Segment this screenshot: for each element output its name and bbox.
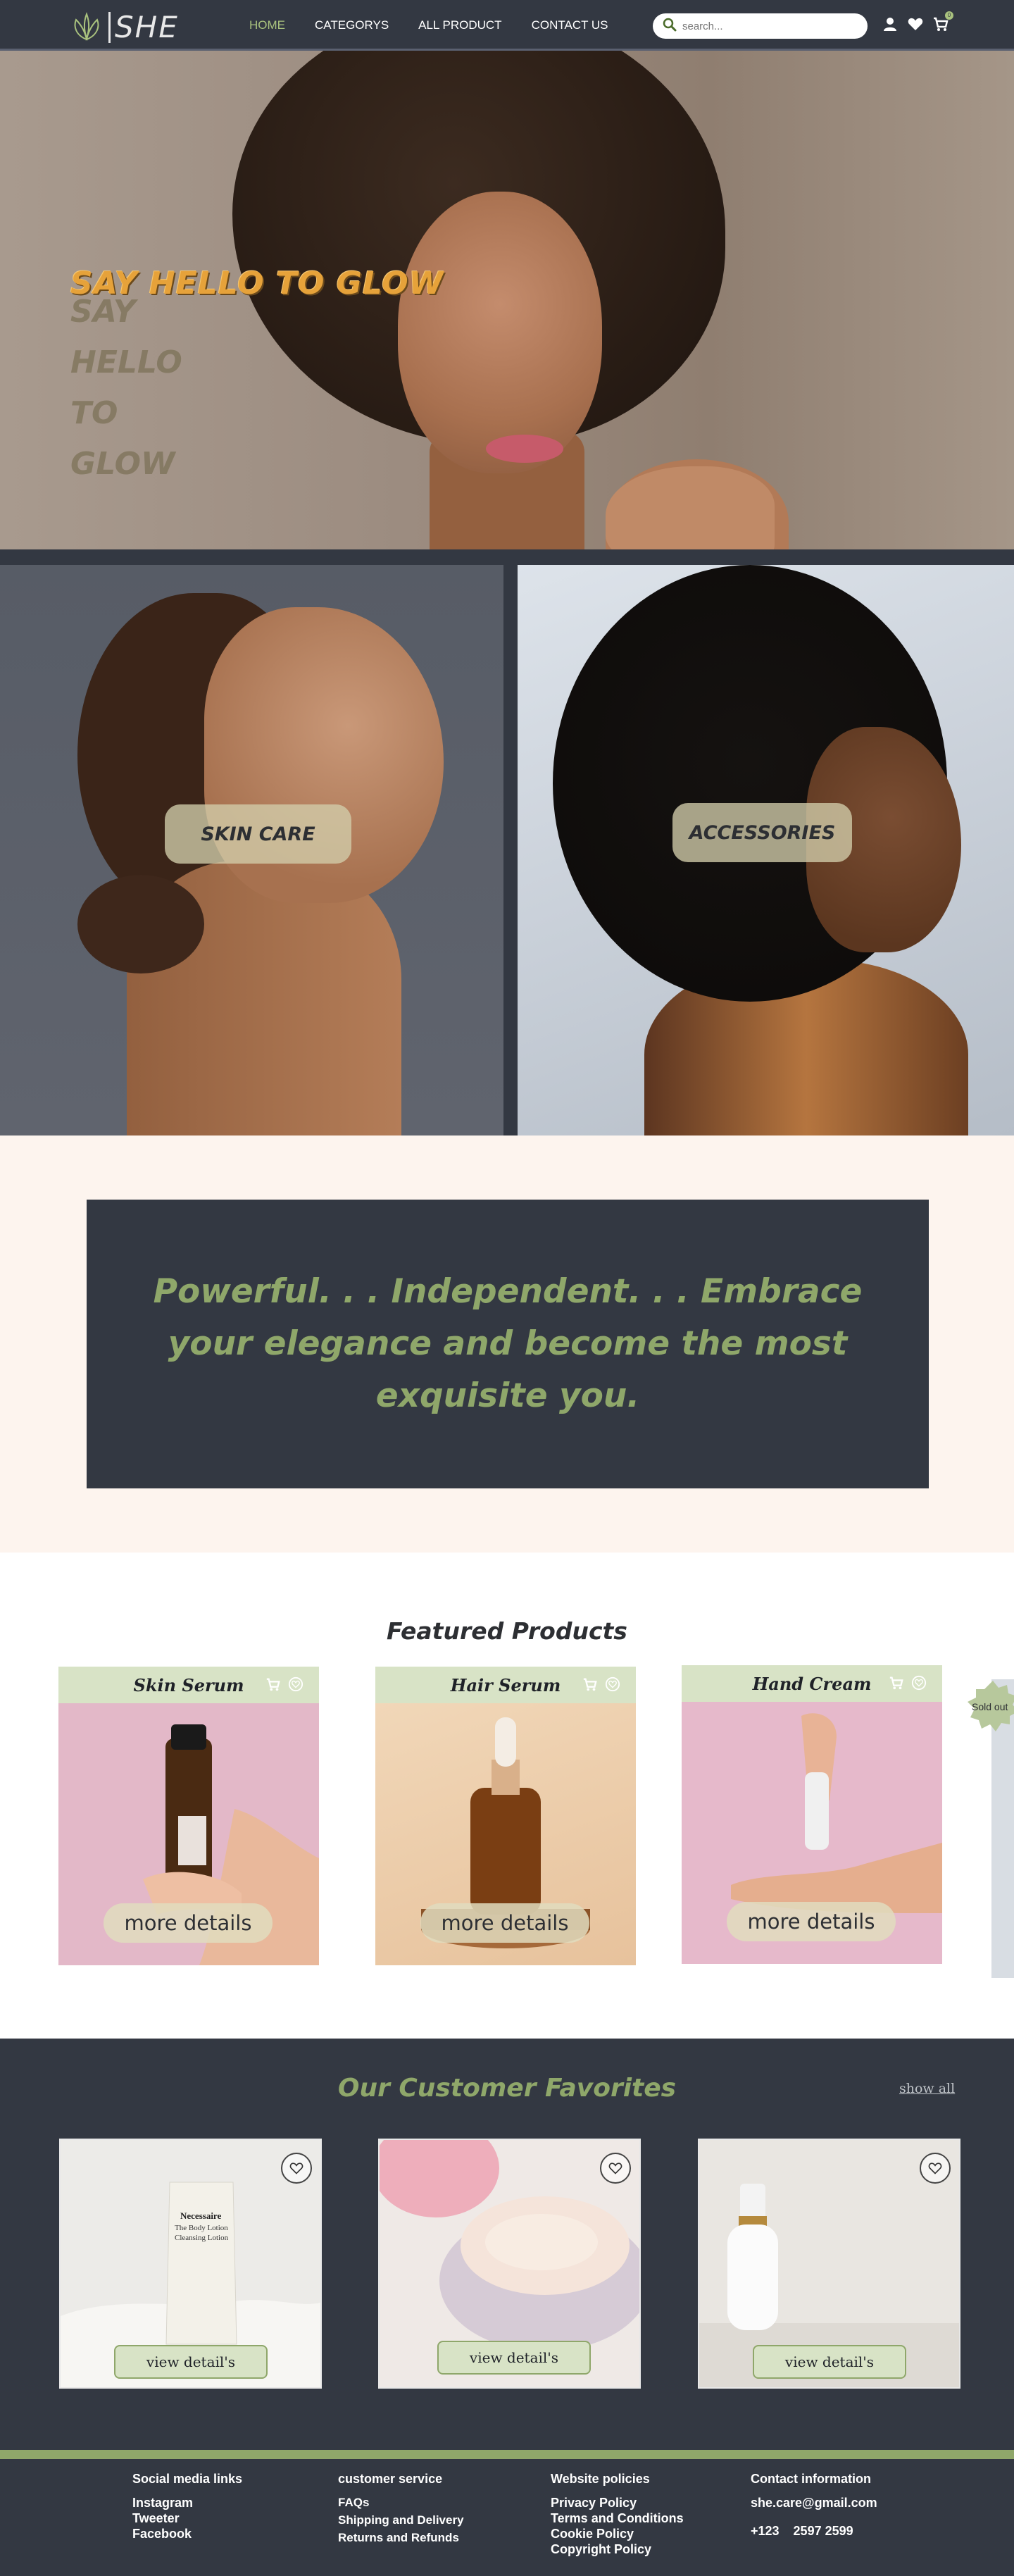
more-details-button[interactable]: more details [727,1902,896,1941]
sold-out-badge: Sold out [965,1679,1014,1736]
hero-model-face [398,192,602,473]
main-nav: HOME CATEGORYS ALL PRODUCT CONTACT US [249,0,608,51]
more-details-button[interactable]: more details [420,1903,589,1943]
footer-contact-info: Contact information she.care@gmail.com +… [751,2472,877,2539]
footer-social-links: Social media links Instagram Tweeter Fac… [132,2472,242,2541]
favorite-heart-icon[interactable] [600,2153,631,2184]
footer-email[interactable]: she.care@gmail.com [751,2495,877,2510]
skin-care-button[interactable]: SKIN CARE [165,804,351,864]
add-to-cart-icon[interactable] [889,1675,904,1693]
top-navbar: SHE HOME CATEGORYS ALL PRODUCT CONTACT U… [0,0,1014,51]
category-model-bun [77,875,204,973]
product-note-text: Cleansing Lotion [175,2234,229,2242]
hero-title: SAY HELLO TO GLOW [70,266,444,301]
hero-banner: SAY HELLO TO GLOW SAY HELLO TO GLOW [0,51,1014,549]
product-card[interactable]: Hair Serum more details [375,1667,636,1965]
nav-link-categorys[interactable]: CATEGORYS [315,18,389,32]
featured-products-section: Featured Products Skin Serum more detail… [0,1553,1014,2039]
favorite-heart-icon[interactable] [281,2153,312,2184]
logo-text: SHE [115,10,179,44]
nav-link-home[interactable]: HOME [249,18,285,32]
footer-link-terms[interactable]: Terms and Conditions [551,2510,684,2526]
footer-link-returns[interactable]: Returns and Refunds [338,2530,464,2546]
footer-link-tweeter[interactable]: Tweeter [132,2510,242,2526]
footer-phone[interactable]: +123 2597 2599 [751,2523,877,2539]
product-card-header: Hair Serum [375,1667,636,1703]
favorites-title: Our Customer Favorites [337,2074,677,2103]
footer-column-heading: Contact information [751,2472,871,2486]
category-skin-care[interactable]: SKIN CARE [0,565,503,1135]
hero-shadow-line: GLOW [70,446,175,482]
footer-link-shipping[interactable]: Shipping and Delivery [338,2510,464,2530]
product-brand-text: Necessaire [180,2210,221,2221]
footer-column-heading: Social media links [132,2472,243,2486]
more-details-button[interactable]: more details [104,1903,273,1943]
categories-section: SKIN CARE ACCESSORIES [0,549,1014,1135]
product-name-text: The Body Lotion [175,2224,228,2232]
quote-box: Powerful. . . Independent. . . Embrace y… [87,1200,929,1488]
hero-title-shadow: SAY HELLO TO GLOW [70,287,182,490]
site-footer: Social media links Instagram Tweeter Fac… [0,2450,1014,2576]
footer-column-heading: Website policies [551,2472,650,2486]
quote-text: Powerful. . . Independent. . . Embrace y… [153,1272,863,1415]
product-image: more details [682,1702,942,1964]
logo-divider [108,11,111,43]
favorite-card[interactable]: view detail's [698,2139,960,2389]
view-details-button[interactable]: view detail's [114,2345,268,2379]
product-card[interactable]: Hand Cream more details [682,1665,942,1964]
footer-link-instagram[interactable]: Instagram [132,2495,242,2510]
cart-count-badge: 0 [945,11,953,20]
category-accessories[interactable]: ACCESSORIES [518,565,1014,1135]
favorite-heart-icon[interactable] [920,2153,951,2184]
cart-icon[interactable]: 0 [932,11,953,32]
footer-customer-service: customer service FAQs Shipping and Deliv… [338,2472,464,2546]
nav-link-all-product[interactable]: ALL PRODUCT [418,18,501,32]
footer-website-policies: Website policies Privacy Policy Terms an… [551,2472,684,2557]
product-card-header: Skin Serum [58,1667,319,1703]
logo[interactable]: SHE [69,10,179,44]
nav-icons: 0 [882,11,953,32]
quote-section: Powerful. . . Independent. . . Embrace y… [0,1135,1014,1553]
product-card[interactable]: Skin Serum more details [58,1667,319,1965]
footer-link-faqs[interactable]: FAQs [338,2495,464,2510]
product-card-actions [265,1676,303,1695]
favorite-card[interactable]: Necessaire The Body Lotion Cleansing Lot… [59,2139,322,2389]
product-card-actions [582,1676,620,1695]
leaf-hands-icon [69,11,104,44]
footer-link-cookie[interactable]: Cookie Policy [551,2526,684,2541]
view-details-button[interactable]: view detail's [753,2345,906,2379]
product-image: more details [58,1703,319,1965]
wishlist-icon[interactable] [911,1675,927,1693]
hero-shadow-line: HELLO [70,344,182,380]
wishlist-icon[interactable] [288,1676,303,1695]
product-image: more details [375,1703,636,1965]
product-card-header: Hand Cream [682,1665,942,1702]
nav-link-contact-us[interactable]: CONTACT US [532,18,608,32]
search-input[interactable] [682,20,851,32]
accessories-button[interactable]: ACCESSORIES [672,803,852,862]
view-details-button[interactable]: view detail's [437,2341,591,2375]
footer-column-heading: customer service [338,2472,443,2486]
search-icon [663,18,677,35]
wishlist-icon[interactable] [605,1676,620,1695]
hero-model-lips [486,435,563,463]
add-to-cart-icon[interactable] [582,1676,598,1695]
customer-favorites-section: Our Customer Favorites show all Necessai… [0,2039,1014,2450]
hero-shadow-line: TO [70,395,118,431]
footer-link-copyright[interactable]: Copyright Policy [551,2541,684,2557]
heart-icon[interactable] [907,15,924,32]
show-all-link[interactable]: show all [899,2081,955,2096]
user-icon[interactable] [882,15,899,32]
featured-products-title: Featured Products [387,1617,627,1645]
favorite-card[interactable]: view detail's [378,2139,641,2389]
search-box [653,13,868,39]
add-to-cart-icon[interactable] [265,1676,281,1695]
footer-link-privacy[interactable]: Privacy Policy [551,2495,684,2510]
product-card-actions [889,1675,927,1693]
footer-link-facebook[interactable]: Facebook [132,2526,242,2541]
sold-out-label: Sold out [972,1701,1008,1712]
